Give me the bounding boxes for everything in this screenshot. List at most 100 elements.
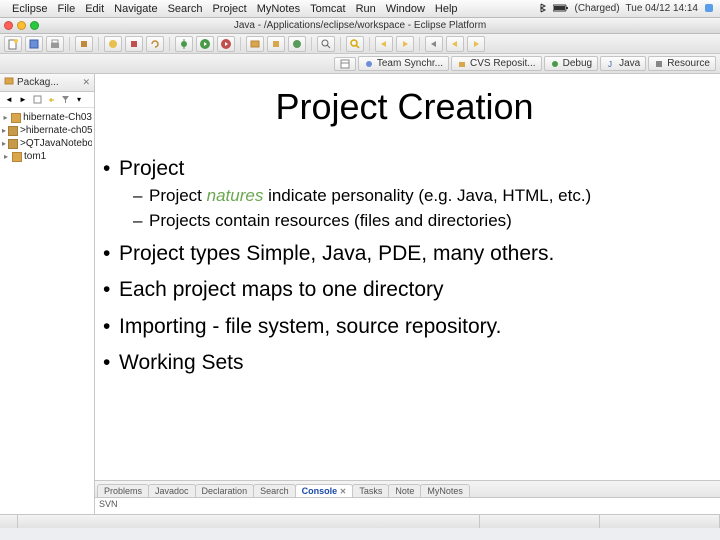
perspective-team-sync[interactable]: Team Synchr... [358, 56, 449, 71]
tab-declaration[interactable]: Declaration [195, 484, 255, 497]
view-menu-icon[interactable]: ▾ [73, 94, 85, 106]
prev-annotation-button[interactable] [375, 36, 393, 52]
tab-javadoc[interactable]: Javadoc [148, 484, 196, 497]
tab-mynotes[interactable]: MyNotes [420, 484, 470, 497]
perspective-label: Team Synchr... [377, 58, 443, 69]
project-tree: ▸ hibernate-Ch03 ▸ >hibernate-ch05 ▸ >QT… [0, 108, 94, 166]
main-toolbar [0, 34, 720, 54]
menu-edit[interactable]: Edit [85, 3, 104, 15]
open-perspective-button[interactable] [334, 57, 356, 71]
build-button[interactable] [75, 36, 93, 52]
tab-problems[interactable]: Problems [97, 484, 149, 497]
perspective-label: Java [619, 58, 640, 69]
window-title: Java - /Applications/eclipse/workspace -… [234, 20, 486, 31]
search-button[interactable] [346, 36, 364, 52]
menu-project[interactable]: Project [212, 3, 246, 15]
slide-content: Project Creation Project Project natures… [95, 74, 720, 480]
collapse-all-icon[interactable] [31, 94, 43, 106]
menu-tomcat[interactable]: Tomcat [310, 3, 345, 15]
menu-search[interactable]: Search [168, 3, 203, 15]
package-explorer-icon [4, 76, 14, 89]
svg-text:J: J [608, 60, 612, 69]
perspective-label: Debug [563, 58, 592, 69]
menu-navigate[interactable]: Navigate [114, 3, 157, 15]
menu-window[interactable]: Window [386, 3, 425, 15]
project-label: >hibernate-ch05 [20, 125, 92, 136]
project-item[interactable]: ▸ >QTJavaNotebook [2, 137, 92, 150]
next-annotation-button[interactable] [396, 36, 414, 52]
menu-mynotes[interactable]: MyNotes [257, 3, 300, 15]
project-item[interactable]: ▸ hibernate-Ch03 [2, 111, 92, 124]
forward-button[interactable] [467, 36, 485, 52]
bullet-working-sets: Working Sets [101, 350, 708, 376]
status-cell [600, 515, 720, 528]
workbench: Packag... ✕ ◄ ► ▾ ▸ hibernate-Ch03 ▸ >hi… [0, 74, 720, 514]
menu-help[interactable]: Help [435, 3, 458, 15]
battery-status: (Charged) [575, 3, 620, 14]
menu-file[interactable]: File [57, 3, 75, 15]
print-button[interactable] [46, 36, 64, 52]
spotlight-icon[interactable] [704, 3, 714, 14]
perspective-label: CVS Reposit... [470, 58, 536, 69]
view-close-button[interactable]: ✕ [82, 77, 90, 88]
close-window-button[interactable] [4, 21, 13, 30]
run-button[interactable] [196, 36, 214, 52]
tomcat-start-button[interactable] [104, 36, 122, 52]
new-package-button[interactable] [267, 36, 285, 52]
bottom-view-tabs: Problems Javadoc Declaration Search Cons… [95, 481, 720, 498]
forward-icon[interactable]: ► [17, 94, 29, 106]
new-class-button[interactable] [288, 36, 306, 52]
tab-tasks[interactable]: Tasks [352, 484, 389, 497]
expand-icon[interactable]: ▸ [2, 126, 6, 135]
external-tools-button[interactable] [217, 36, 235, 52]
perspective-debug[interactable]: Debug [544, 56, 598, 71]
tomcat-restart-button[interactable] [146, 36, 164, 52]
console-svn-label: SVN [99, 499, 118, 509]
natures-emphasis: natures [207, 186, 264, 205]
tab-console[interactable]: Console ✕ [295, 484, 354, 497]
clock[interactable]: Tue 04/12 14:14 [626, 3, 698, 14]
project-label: hibernate-Ch03 [23, 112, 92, 123]
save-button[interactable] [25, 36, 43, 52]
menu-run[interactable]: Run [356, 3, 376, 15]
tomcat-stop-button[interactable] [125, 36, 143, 52]
back-button[interactable] [446, 36, 464, 52]
perspective-java[interactable]: J Java [600, 56, 646, 71]
new-java-project-button[interactable] [246, 36, 264, 52]
link-editor-icon[interactable] [45, 94, 57, 106]
expand-icon[interactable]: ▸ [2, 139, 6, 148]
java-project-icon [8, 139, 18, 149]
project-label: >QTJavaNotebook [20, 138, 92, 149]
expand-icon[interactable]: ▸ [2, 152, 10, 161]
perspective-cvs[interactable]: CVS Reposit... [451, 56, 542, 71]
battery-icon[interactable] [553, 3, 569, 14]
bullet-project: Project Project natures indicate persona… [101, 156, 708, 231]
debug-button[interactable] [175, 36, 193, 52]
bottom-view-stack: Problems Javadoc Declaration Search Cons… [95, 480, 720, 514]
open-type-button[interactable] [317, 36, 335, 52]
package-explorer-tab[interactable]: Packag... ✕ [0, 74, 94, 92]
tab-note[interactable]: Note [388, 484, 421, 497]
back-icon[interactable]: ◄ [3, 94, 15, 106]
last-edit-button[interactable] [425, 36, 443, 52]
new-button[interactable] [4, 36, 22, 52]
editor-area: Project Creation Project Project natures… [95, 74, 720, 514]
menu-eclipse[interactable]: Eclipse [12, 3, 47, 15]
perspective-resource[interactable]: Resource [648, 56, 716, 71]
zoom-window-button[interactable] [30, 21, 39, 30]
project-item[interactable]: ▸ >hibernate-ch05 [2, 124, 92, 137]
bullet-types: Project types Simple, Java, PDE, many ot… [101, 241, 708, 267]
expand-icon[interactable]: ▸ [2, 113, 9, 122]
package-explorer-toolbar: ◄ ► ▾ [0, 92, 94, 108]
tab-search[interactable]: Search [253, 484, 296, 497]
project-item[interactable]: ▸ tom1 [2, 150, 92, 163]
status-cell [18, 515, 480, 528]
status-cell [480, 515, 600, 528]
minimize-window-button[interactable] [17, 21, 26, 30]
tab-close-icon[interactable]: ✕ [340, 487, 347, 496]
perspective-label: Resource [667, 58, 710, 69]
bluetooth-icon[interactable] [539, 3, 547, 14]
bullet-importing: Importing - file system, source reposito… [101, 314, 708, 340]
filter-icon[interactable] [59, 94, 71, 106]
package-explorer-view: Packag... ✕ ◄ ► ▾ ▸ hibernate-Ch03 ▸ >hi… [0, 74, 95, 514]
